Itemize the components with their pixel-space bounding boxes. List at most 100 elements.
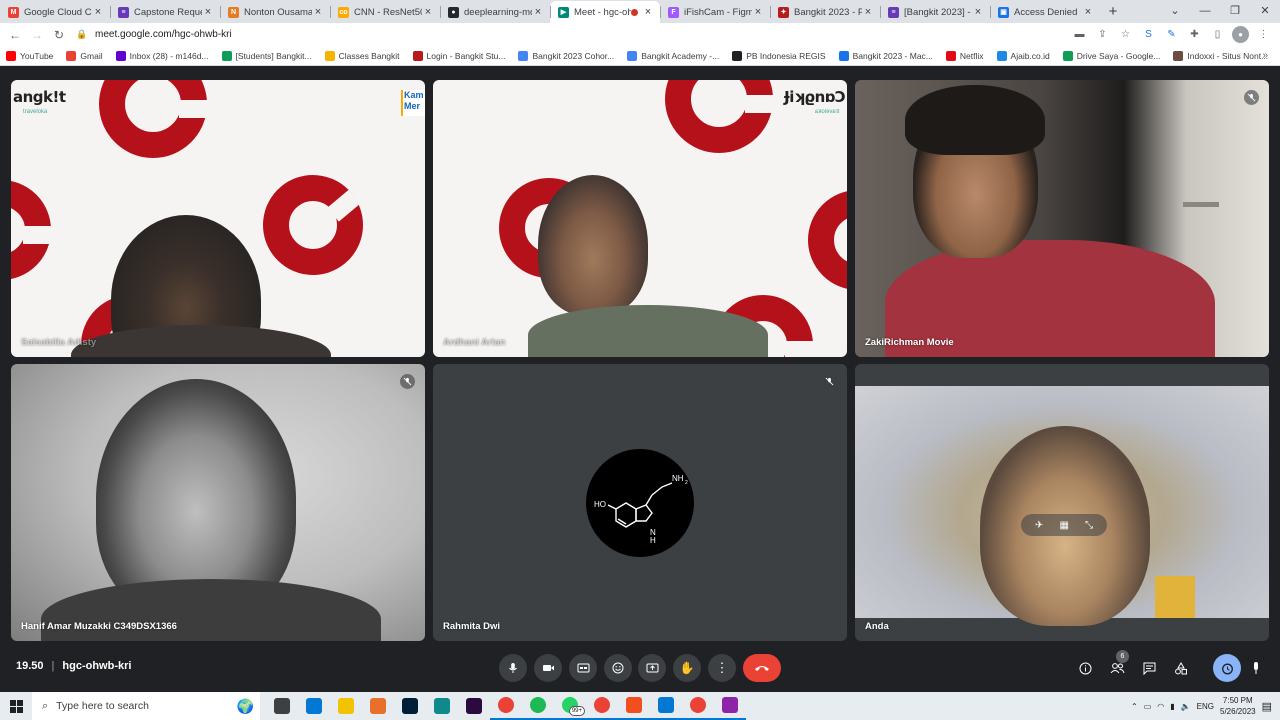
bookmarks-overflow-icon[interactable]: » [1262,50,1268,61]
pin-icon[interactable]: ✈ [1035,520,1043,531]
new-tab-button[interactable]: + [1100,1,1126,23]
battery-icon[interactable]: ▮ [1170,702,1174,711]
taskbar-app-figma[interactable] [618,692,650,720]
browser-tab[interactable]: ≡ [Bangkit 2023] - P × [880,1,990,23]
bookmark-item[interactable]: Bangkit 2023 - Mac... [838,50,933,61]
browser-tab[interactable]: co CNN - ResNet50.ip× [330,1,440,23]
microphone-button[interactable] [499,654,527,682]
meeting-info-button[interactable] [1071,654,1099,682]
leave-call-button[interactable] [743,654,781,682]
taskbar-app-app-orange[interactable] [362,692,394,720]
bookmark-item[interactable]: Bangkit 2023 Cohor... [518,50,614,61]
notification-icon[interactable]: ▤ [1262,700,1272,713]
browser-tab[interactable]: FiFishCam - Figma × [660,1,770,23]
browser-tab[interactable]: ✦ Bangkit 2023 - Pro× [770,1,880,23]
taskbar-app-vscode[interactable] [650,692,682,720]
participant-tile[interactable]: angk!t traveloka Kam Mer Salsabilla Adist… [11,80,425,357]
tab-close-icon[interactable]: × [312,6,324,18]
bookmark-item[interactable]: YouTube [6,50,53,61]
bookmark-item[interactable]: PB Indonesia REGIS [732,50,826,61]
bookmark-item[interactable]: Bangkit Academy -... [627,50,719,61]
taskbar-app-chrome-2[interactable] [586,692,618,720]
reactions-button[interactable] [604,654,632,682]
raise-hand-button[interactable]: ✋ [673,654,701,682]
chrome-menu-icon[interactable]: ⋮ [1255,26,1272,43]
side-panel-icon[interactable]: ▯ [1209,26,1226,43]
more-options-button[interactable]: ⋮ [708,654,736,682]
profile-avatar-icon[interactable]: ● [1232,26,1249,43]
tab-close-icon[interactable]: × [862,6,874,18]
taskbar-clock[interactable]: 7:50 PM 5/26/2023 [1220,695,1256,717]
tab-close-icon[interactable]: × [752,6,764,18]
reload-icon[interactable]: ↻ [48,28,70,42]
bookmark-item[interactable]: [Students] Bangkit... [221,50,312,61]
captions-button[interactable] [569,654,597,682]
browser-tab[interactable]: ● deeplearning-mod× [440,1,550,23]
taskbar-app-chrome[interactable] [490,692,522,720]
bookmark-item[interactable]: Drive Saya - Google... [1062,50,1160,61]
activities-button[interactable] [1167,654,1195,682]
bookmark-item[interactable]: Classes Bangkit [324,50,400,61]
timer-button[interactable] [1213,654,1241,682]
bookmark-star-icon[interactable]: ☆ [1117,26,1134,43]
minimize-tile-icon[interactable]: ⤡ [1085,520,1093,531]
input-language[interactable]: ENG [1197,702,1214,711]
tab-close-icon[interactable]: × [422,6,434,18]
lock-icon[interactable]: 🔒 [76,29,90,40]
tab-close-icon[interactable]: × [202,6,214,18]
tab-close-icon[interactable]: × [92,6,104,18]
taskbar-app-photoshop[interactable] [394,692,426,720]
extension-s-icon[interactable]: S [1140,26,1157,43]
host-controls-button[interactable] [1242,654,1270,682]
back-icon[interactable]: ← [4,28,26,42]
tab-close-icon[interactable]: × [532,6,544,18]
participant-tile[interactable]: ɈiʞϱnɒϽ traveloka Ardhani Arlan [433,80,847,357]
close-window-icon[interactable]: ✕ [1250,0,1280,22]
tab-close-icon[interactable]: × [1082,6,1094,18]
participant-tile[interactable]: Hanif Amar Muzakki C349DSX1366 [11,364,425,641]
tab-close-icon[interactable]: × [972,6,984,18]
browser-tab[interactable]: ▣ Access Denied × [990,1,1100,23]
tab-search-icon[interactable]: ⌄ [1160,0,1190,22]
taskbar-app-task-view[interactable] [266,692,298,720]
participant-tile[interactable]: HO NH 2 N H Rahmita Dwi [433,364,847,641]
extension-pencil-icon[interactable]: ✎ [1163,26,1180,43]
taskbar-search[interactable]: ⌕ Type here to search 🌍 [32,692,260,720]
taskbar-app-winrar[interactable] [714,692,746,720]
browser-tab[interactable]: ≡ Capstone Request× [110,1,220,23]
taskbar-app-app-dark[interactable] [458,692,490,720]
tab-close-icon[interactable]: × [642,6,654,18]
browser-tab[interactable]: ▶ Meet - hgc-oh × [550,1,660,23]
address-bar[interactable]: 🔒 meet.google.com/hgc-ohwb-kri [76,25,1096,44]
camera-button[interactable] [534,654,562,682]
bookmark-item[interactable]: Gmail [66,50,103,61]
show-hidden-icons-icon[interactable]: ⌃ [1131,702,1138,711]
remove-tile-icon[interactable]: ▦ [1059,520,1068,531]
forward-icon[interactable]: → [26,28,48,42]
start-button[interactable] [0,692,32,720]
bookmark-item[interactable]: Inbox (28) - m146d... [115,50,209,61]
network-icon[interactable]: ▭ [1144,702,1152,711]
taskbar-app-spotify[interactable] [522,692,554,720]
extensions-puzzle-icon[interactable]: ✚ [1186,26,1203,43]
taskbar-app-edge[interactable] [426,692,458,720]
browser-tab[interactable]: N Nonton Ousama R× [220,1,330,23]
bookmark-item[interactable]: Netflix [945,50,984,61]
people-button[interactable]: 6 [1103,650,1131,682]
minimize-icon[interactable]: — [1190,0,1220,22]
self-view-tile[interactable]: ✈ ▦ ⤡ Anda [855,364,1269,641]
camera-in-use-icon[interactable]: ▬ [1071,26,1088,43]
taskbar-app-chrome-3[interactable] [682,692,714,720]
share-icon[interactable]: ⇪ [1094,26,1111,43]
bookmark-item[interactable]: Indoxxi - Situs Nont... [1173,50,1268,61]
bookmark-item[interactable]: Ajaib.co.id [996,50,1050,61]
taskbar-app-mail[interactable] [298,692,330,720]
browser-tab[interactable]: M Google Cloud Cred× [0,1,110,23]
participant-tile[interactable]: ZakiRichman Movie [855,80,1269,357]
bookmark-item[interactable]: Login - Bangkit Stu... [412,50,505,61]
wifi-icon[interactable]: ◠ [1157,702,1164,711]
present-screen-button[interactable] [638,654,666,682]
taskbar-app-file-explorer[interactable] [330,692,362,720]
restore-icon[interactable]: ❐ [1220,0,1250,22]
taskbar-app-whatsapp[interactable]: 99+ [554,692,586,720]
